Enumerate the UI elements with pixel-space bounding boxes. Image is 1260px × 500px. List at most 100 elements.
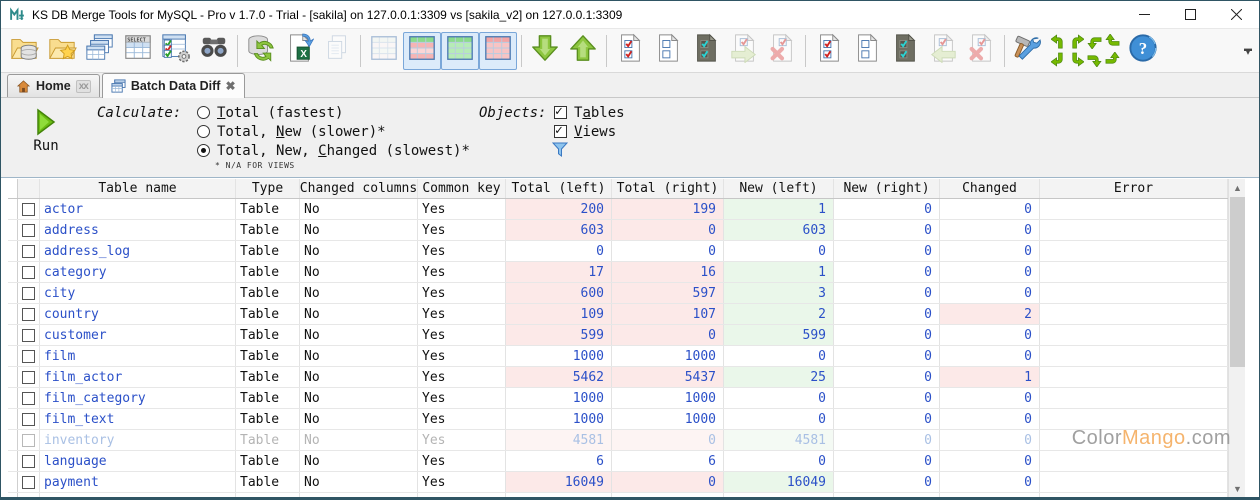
filter-different-rows-button[interactable]: [403, 31, 441, 70]
cell-error: [1040, 262, 1228, 282]
table-row-language[interactable]: language Table No Yes 6 6 0 0 0: [8, 451, 1228, 472]
refresh-button[interactable]: [242, 32, 280, 70]
column-header-changed[interactable]: Changed: [940, 179, 1040, 198]
row-indicator: [8, 430, 18, 450]
check-all-left-button[interactable]: [611, 32, 649, 70]
radio-button-icon[interactable]: [197, 106, 210, 119]
row-checkbox[interactable]: [22, 202, 35, 216]
row-indicator: [8, 199, 18, 219]
row-checkbox[interactable]: [22, 223, 35, 237]
row-checkbox[interactable]: [22, 475, 35, 489]
tab-batch-data-diff[interactable]: Batch Data Diff ✖: [101, 73, 245, 98]
radio-total-fastest[interactable]: Total (fastest): [197, 103, 470, 122]
row-checkbox[interactable]: [22, 370, 35, 384]
filter-changed-rows-button[interactable]: [479, 31, 517, 70]
close-button[interactable]: [1213, 1, 1259, 28]
column-header-total_right[interactable]: Total (right): [612, 179, 724, 198]
scrollbar-thumb[interactable]: [1230, 197, 1245, 367]
nav-arrows-button[interactable]: [1050, 33, 1121, 68]
nav-arrow-icon[interactable]: [1104, 33, 1121, 50]
table-row-actor[interactable]: actor Table No Yes 200 199 1 0 0: [8, 199, 1228, 220]
row-checkbox[interactable]: [22, 412, 35, 426]
checkbox-tables[interactable]: Tables: [554, 103, 625, 122]
nav-arrow-icon[interactable]: [1086, 51, 1103, 68]
radio-total-new[interactable]: Total, New (slower)*: [197, 122, 470, 141]
window-bottom-border: [1, 497, 1259, 499]
table-checks-gear-icon: [161, 33, 191, 68]
find-button[interactable]: [195, 32, 233, 70]
column-header-total_left[interactable]: Total (left): [506, 179, 612, 198]
move-up-button[interactable]: [564, 32, 602, 70]
table-row-city[interactable]: city Table No Yes 600 597 3 0 0: [8, 283, 1228, 304]
table-row-category[interactable]: category Table No Yes 17 16 1 0 0: [8, 262, 1228, 283]
row-checkbox[interactable]: [22, 307, 35, 321]
filter-funnel-icon[interactable]: [551, 142, 569, 161]
nav-arrow-icon[interactable]: [1068, 33, 1085, 50]
export-excel-button[interactable]: X: [280, 32, 318, 70]
column-header-type[interactable]: Type: [236, 179, 300, 198]
table-row-inventory[interactable]: inventory Table No Yes 4581 0 4581 0 0: [8, 430, 1228, 451]
table-row-country[interactable]: country Table No Yes 109 107 2 0 2: [8, 304, 1228, 325]
batch-data-diff-button[interactable]: [157, 32, 195, 70]
nav-arrow-icon[interactable]: [1086, 33, 1103, 50]
row-checkbox[interactable]: [22, 265, 35, 279]
column-header-new_left[interactable]: New (left): [724, 179, 834, 198]
filter-new-rows-button[interactable]: [441, 31, 479, 70]
filter-all-rows-button[interactable]: [365, 32, 403, 70]
recent-connections-button[interactable]: [43, 32, 81, 70]
scroll-up-icon[interactable]: ▲: [1229, 179, 1246, 196]
row-checkbox[interactable]: [22, 328, 35, 342]
nav-arrow-icon[interactable]: [1068, 51, 1085, 68]
maximize-button[interactable]: [1167, 1, 1213, 28]
row-checkbox[interactable]: [22, 454, 35, 468]
column-header-changed_columns[interactable]: Changed columns: [300, 179, 418, 198]
table-row-film_text[interactable]: film_text Table No Yes 1000 1000 0 0 0: [8, 409, 1228, 430]
checkbox-icon[interactable]: [554, 104, 567, 119]
help-button[interactable]: ?: [1124, 32, 1162, 70]
radio-button-icon[interactable]: [197, 125, 210, 138]
column-header-new_right[interactable]: New (right): [834, 179, 940, 198]
row-checkbox[interactable]: [22, 391, 35, 405]
column-header-name[interactable]: Table name: [40, 179, 236, 198]
uncheck-all-left-button[interactable]: [649, 32, 687, 70]
move-down-button[interactable]: [526, 32, 564, 70]
table-row-film[interactable]: film Table No Yes 1000 1000 0 0 0: [8, 346, 1228, 367]
table-row-payment[interactable]: payment Table No Yes 16049 0 16049 0 0: [8, 472, 1228, 493]
tab-home-close-icon[interactable]: xx: [75, 79, 91, 93]
nav-arrow-icon[interactable]: [1050, 51, 1067, 68]
schema-diff-button[interactable]: [81, 32, 119, 70]
tab-batch-close-icon[interactable]: ✖: [225, 79, 235, 93]
column-header-common_key[interactable]: Common key: [418, 179, 506, 198]
settings-tools-button[interactable]: [1009, 32, 1047, 70]
table-row-film_actor[interactable]: film_actor Table No Yes 5462 5437 25 0 1: [8, 367, 1228, 388]
table-row-film_category[interactable]: film_category Table No Yes 1000 1000 0 0 0: [8, 388, 1228, 409]
nav-arrow-icon[interactable]: [1104, 51, 1121, 68]
scroll-down-icon[interactable]: ▼: [1229, 480, 1246, 497]
radio-total-new-changed[interactable]: Total, New, Changed (slowest)*: [197, 141, 470, 160]
column-header-error[interactable]: Error: [1040, 179, 1228, 198]
toolbar-overflow-button[interactable]: ▬ ▾: [1241, 44, 1255, 56]
table-row-address_log[interactable]: address_log Table No Yes 0 0 0 0 0: [8, 241, 1228, 262]
minimize-button[interactable]: [1121, 1, 1167, 28]
row-checkbox[interactable]: [22, 349, 35, 363]
uncheck-all-right-button[interactable]: [848, 32, 886, 70]
checkbox-icon[interactable]: [554, 123, 567, 138]
cell-common_key: Yes: [418, 304, 506, 324]
invert-checks-right-button[interactable]: [886, 32, 924, 70]
table-row-customer[interactable]: customer Table No Yes 599 0 599 0 0: [8, 325, 1228, 346]
run-button[interactable]: Run: [23, 108, 69, 154]
open-database-button[interactable]: [5, 32, 43, 70]
radio-button-icon[interactable]: [197, 144, 210, 157]
invert-checks-left-button[interactable]: [687, 32, 725, 70]
row-checkbox[interactable]: [22, 286, 35, 300]
tab-home[interactable]: Home xx: [7, 74, 100, 97]
data-diff-query-button[interactable]: SELECT: [119, 32, 157, 70]
check-all-right-button[interactable]: [810, 32, 848, 70]
table-row-address[interactable]: address Table No Yes 603 0 603 0 0: [8, 220, 1228, 241]
cell-total_left: 200: [506, 199, 612, 219]
vertical-scrollbar[interactable]: ▲ ▼: [1228, 179, 1245, 497]
row-checkbox[interactable]: [22, 244, 35, 258]
checkbox-views[interactable]: Views: [554, 122, 625, 141]
cell-new_right: 0: [834, 472, 940, 492]
nav-arrow-icon[interactable]: [1050, 33, 1067, 50]
